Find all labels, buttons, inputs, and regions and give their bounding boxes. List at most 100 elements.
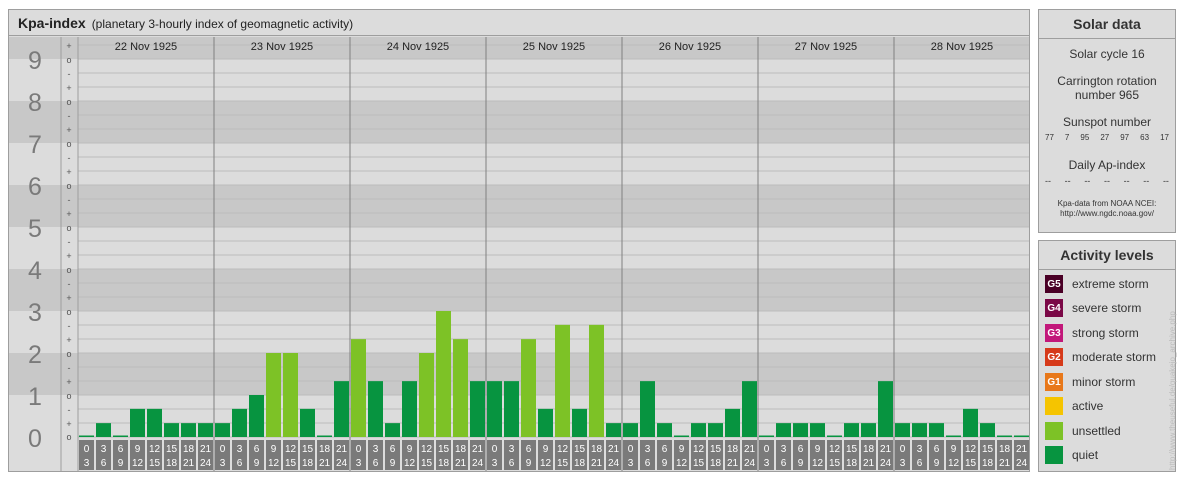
hour-end-label: 15 <box>829 458 841 469</box>
kp-bar <box>946 435 961 437</box>
carrington-line-2: number 965 <box>1074 88 1140 102</box>
hour-start-label: 12 <box>149 444 161 455</box>
hour-start-label: 18 <box>863 444 875 455</box>
activity-levels-title: Activity levels <box>1039 241 1175 270</box>
y-tick-label: 6 <box>28 173 42 201</box>
hour-end-label: 15 <box>149 458 161 469</box>
day-label: 28 Nov 1925 <box>931 41 993 53</box>
kp-bar <box>79 435 94 437</box>
hour-start-label: 18 <box>591 444 603 455</box>
hour-start-label: 15 <box>982 444 994 455</box>
hour-end-label: 12 <box>812 458 824 469</box>
day-label: 25 Nov 1925 <box>523 41 585 53</box>
sub-tick-label: - <box>68 237 71 247</box>
hour-end-label: 3 <box>628 458 634 469</box>
y-tick-label: 5 <box>28 215 42 243</box>
kp-bar <box>113 435 128 437</box>
day-label: 23 Nov 1925 <box>251 41 313 53</box>
kp-bar <box>538 408 553 437</box>
hour-end-label: 18 <box>302 458 314 469</box>
hour-end-label: 24 <box>1016 458 1028 469</box>
kp-bar <box>487 381 502 437</box>
hour-end-label: 6 <box>237 458 243 469</box>
hour-start-label: 12 <box>965 444 977 455</box>
legend-item-unsettled: unsettled <box>1045 421 1121 441</box>
kp-bar <box>929 423 944 437</box>
hour-start-label: 15 <box>166 444 178 455</box>
hour-end-label: 6 <box>509 458 515 469</box>
legend-swatch-g3: G3 <box>1045 324 1063 342</box>
hour-start-label: 9 <box>407 444 413 455</box>
ap-value: -- <box>1084 176 1091 186</box>
kp-bar <box>215 423 230 437</box>
kp-bar <box>334 381 349 437</box>
hour-end-label: 21 <box>727 458 739 469</box>
hour-start-label: 21 <box>200 444 212 455</box>
hour-end-label: 24 <box>336 458 348 469</box>
kp-bar <box>198 423 213 437</box>
hour-start-label: 21 <box>336 444 348 455</box>
hour-start-label: 0 <box>628 444 634 455</box>
kp-bar <box>351 339 366 437</box>
hour-start-label: 0 <box>84 444 90 455</box>
kp-bar <box>895 423 910 437</box>
hour-end-label: 24 <box>608 458 620 469</box>
sub-tick-label: o <box>66 349 71 359</box>
hour-start-label: 6 <box>254 444 260 455</box>
kpa-chart-panel: 0 3 3 6 6 9 9 12 12 15 15 18 18 21 21 24 0 3 3 6 6 9 9 12 12 15 15… <box>8 9 1030 472</box>
sunspot-value: 27 <box>1100 133 1110 142</box>
kp-bar <box>470 381 485 437</box>
sub-tick-label: + <box>66 377 71 387</box>
kp-bar <box>861 423 876 437</box>
hour-end-label: 9 <box>254 458 260 469</box>
sub-tick-label: - <box>68 279 71 289</box>
hour-end-label: 12 <box>948 458 960 469</box>
hour-end-label: 21 <box>999 458 1011 469</box>
hour-start-label: 12 <box>557 444 569 455</box>
level-band <box>9 185 1029 227</box>
kp-bar <box>980 423 995 437</box>
legend-swatch-g5: G5 <box>1045 275 1063 293</box>
hour-start-label: 21 <box>880 444 892 455</box>
hour-start-label: 18 <box>727 444 739 455</box>
kp-bar <box>266 353 281 437</box>
sunspot-values: 77 7 95 27 97 63 17 <box>1039 133 1175 142</box>
hour-start-label: 6 <box>390 444 396 455</box>
legend-swatch-active <box>1045 397 1063 415</box>
chart-title-bar: Kpa-index (planetary 3-hourly index of ge… <box>9 10 1029 36</box>
kp-bar <box>436 311 451 437</box>
hour-end-label: 24 <box>744 458 756 469</box>
sub-tick-label: o <box>66 391 71 401</box>
sub-tick-label: + <box>66 209 71 219</box>
kp-bar <box>742 381 757 437</box>
sunspot-value: 7 <box>1064 133 1070 142</box>
kp-bar <box>96 423 111 437</box>
hour-start-label: 6 <box>798 444 804 455</box>
hour-end-label: 12 <box>268 458 280 469</box>
legend-label: minor storm <box>1072 375 1136 389</box>
kp-bar <box>300 408 315 437</box>
sub-tick-label: o <box>66 265 71 275</box>
sunspot-value: 95 <box>1080 133 1090 142</box>
kp-bar <box>759 435 774 437</box>
level-band <box>9 101 1029 143</box>
solar-cycle: Solar cycle 16 <box>1069 47 1145 61</box>
hour-start-label: 9 <box>135 444 141 455</box>
kp-bar <box>691 423 706 437</box>
hour-end-label: 12 <box>676 458 688 469</box>
hour-end-label: 18 <box>846 458 858 469</box>
hour-end-label: 15 <box>965 458 977 469</box>
source-note-link[interactable]: http://www.ngdc.noaa.gov/ <box>1039 209 1175 219</box>
source-note-line-1: Kpa-data from NOAA NCEI: <box>1057 199 1157 208</box>
y-tick-label: 0 <box>28 425 42 453</box>
sub-tick-label: o <box>66 97 71 107</box>
legend-label: extreme storm <box>1072 277 1149 291</box>
y-tick-label: 3 <box>28 299 42 327</box>
sunspot-value: 63 <box>1140 133 1150 142</box>
hour-start-label: 3 <box>509 444 515 455</box>
hour-start-label: 12 <box>693 444 705 455</box>
kp-bar <box>623 423 638 437</box>
hour-start-label: 15 <box>438 444 450 455</box>
kp-bar <box>963 408 978 437</box>
sub-tick-label: o <box>66 307 71 317</box>
